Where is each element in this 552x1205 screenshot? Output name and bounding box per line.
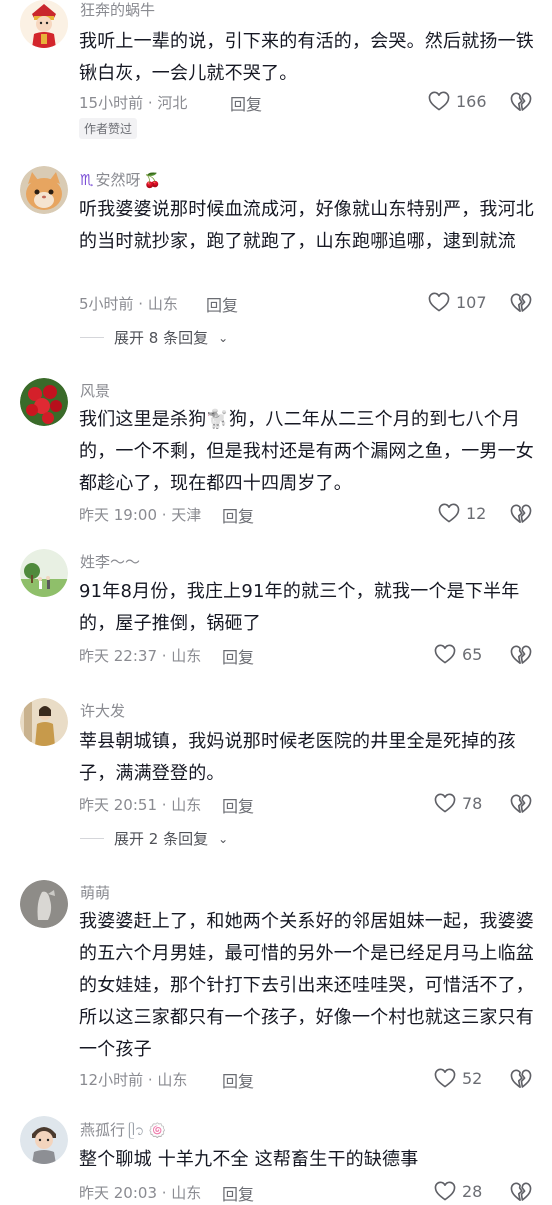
heart-icon — [438, 503, 460, 523]
like-button[interactable]: 78 — [434, 793, 482, 813]
like-count: 65 — [462, 644, 483, 664]
avatar-boy-icon — [20, 1116, 68, 1164]
avatar[interactable] — [20, 1116, 68, 1164]
avatar[interactable] — [20, 0, 68, 48]
like-button[interactable]: 12 — [438, 503, 486, 523]
like-count: 28 — [462, 1181, 483, 1201]
avatar[interactable] — [20, 378, 68, 426]
like-button[interactable]: 107 — [428, 292, 487, 312]
avatar-shadow-icon — [20, 880, 68, 928]
heart-icon — [428, 292, 450, 312]
avatar-landscape-icon — [20, 549, 68, 597]
author-liked-badge: 作者赞过 — [79, 118, 138, 139]
comment-text: 我婆婆赶上了，和她两个关系好的邻居姐妹一起，我婆婆的五六个月男娃，最可惜的另外一… — [79, 911, 534, 1060]
like-button[interactable]: 65 — [434, 644, 482, 664]
comment-username[interactable]: ♏ 安然呀 🍒 — [80, 169, 161, 190]
comment-username[interactable]: 风景 — [80, 380, 110, 401]
comment-username[interactable]: 许大发 — [80, 700, 125, 721]
comment-text: 听我婆婆说那时候血流成河，好像就山东特别严，我河北的当时就抄家，跑了就跑了，山东… — [79, 199, 534, 252]
avatar-cat-icon — [20, 166, 68, 214]
divider-line — [80, 337, 104, 338]
comment-time-location: 15小时前 · 河北 — [79, 94, 188, 112]
avatar-person-icon — [20, 698, 68, 746]
avatar-cartoon-icon — [20, 0, 68, 48]
expand-replies-label: 展开 2 条回复 — [114, 830, 209, 848]
dislike-icon[interactable] — [510, 504, 532, 524]
reply-button[interactable]: 回复 — [230, 91, 262, 115]
username-decoration: ᥫ᭡ 🍥 — [128, 1123, 167, 1139]
expand-replies-label: 展开 8 条回复 — [114, 329, 209, 347]
reply-button[interactable]: 回复 — [206, 292, 238, 316]
like-count: 78 — [462, 793, 483, 813]
comment-text: 91年8月份，我庄上91年的就三个，就我一个是下半年的，屋子推倒，锅砸了 — [79, 581, 520, 634]
like-button[interactable]: 28 — [434, 1181, 482, 1201]
dislike-icon[interactable] — [510, 293, 532, 313]
reply-button[interactable]: 回复 — [222, 1181, 254, 1205]
comment-text: 我们这里是杀狗🐩狗，八二年从二三个月的到七八个月的，一个不剩，但是我村还是有两个… — [79, 409, 534, 494]
username-text: 燕孤行 — [80, 1121, 126, 1139]
comment-username[interactable]: 萌萌 — [80, 882, 110, 903]
chevron-down-icon: ⌄ — [218, 330, 229, 345]
comment-username[interactable]: 姓李～～ — [80, 551, 140, 572]
like-count: 166 — [456, 91, 487, 111]
comment-text: 我听上一辈的说，引下来的有活的，会哭。然后就扬一铁锹白灰，一会儿就不哭了。 — [79, 31, 534, 84]
heart-icon — [434, 1068, 456, 1088]
like-button[interactable]: 52 — [434, 1068, 482, 1088]
expand-replies-button[interactable]: 展开 2 条回复 ⌄ — [80, 828, 228, 849]
heart-icon — [434, 793, 456, 813]
dislike-icon[interactable] — [510, 645, 532, 665]
avatar[interactable] — [20, 166, 68, 214]
like-count: 52 — [462, 1068, 483, 1088]
dislike-icon[interactable] — [510, 1182, 532, 1202]
reply-button[interactable]: 回复 — [222, 644, 254, 668]
avatar[interactable] — [20, 698, 68, 746]
like-count: 12 — [466, 503, 487, 523]
comment-time-location: 昨天 22:37 · 山东 — [79, 647, 202, 665]
reply-button[interactable]: 回复 — [222, 503, 254, 527]
comment-time-location: 昨天 20:51 · 山东 — [79, 796, 202, 814]
reply-button[interactable]: 回复 — [222, 1068, 254, 1092]
zodiac-scorpio-icon: ♏ — [80, 171, 94, 189]
heart-icon — [434, 644, 456, 664]
dislike-icon[interactable] — [510, 92, 532, 112]
reply-button[interactable]: 回复 — [222, 793, 254, 817]
avatar[interactable] — [20, 549, 68, 597]
comment-text: 莘县朝城镇，我妈说那时候老医院的井里全是死掉的孩子，满满登登的。 — [79, 731, 516, 784]
comment-username[interactable]: 狂奔的蜗牛 — [80, 0, 155, 20]
cherry-icon: 🍒 — [143, 173, 161, 189]
expand-replies-button[interactable]: 展开 8 条回复 ⌄ — [80, 327, 228, 348]
like-button[interactable]: 166 — [428, 91, 487, 111]
chevron-down-icon: ⌄ — [218, 831, 229, 846]
username-text: 安然呀 — [95, 171, 141, 189]
comment-time-location: 昨天 19:00 · 天津 — [79, 506, 202, 524]
comment-time-location: 12小时前 · 山东 — [79, 1071, 188, 1089]
heart-icon — [434, 1181, 456, 1201]
dislike-icon[interactable] — [510, 794, 532, 814]
heart-icon — [428, 91, 450, 111]
dislike-icon[interactable] — [510, 1069, 532, 1089]
avatar-roses-icon — [20, 378, 68, 426]
comment-username[interactable]: 燕孤行 ᥫ᭡ 🍥 — [80, 1119, 166, 1146]
divider-line — [80, 838, 104, 839]
avatar[interactable] — [20, 880, 68, 928]
comment-time-location: 5小时前 · 山东 — [79, 295, 178, 313]
like-count: 107 — [456, 292, 487, 312]
comment-text: 整个聊城 十羊九不全 这帮畜生干的缺德事 — [79, 1149, 419, 1170]
